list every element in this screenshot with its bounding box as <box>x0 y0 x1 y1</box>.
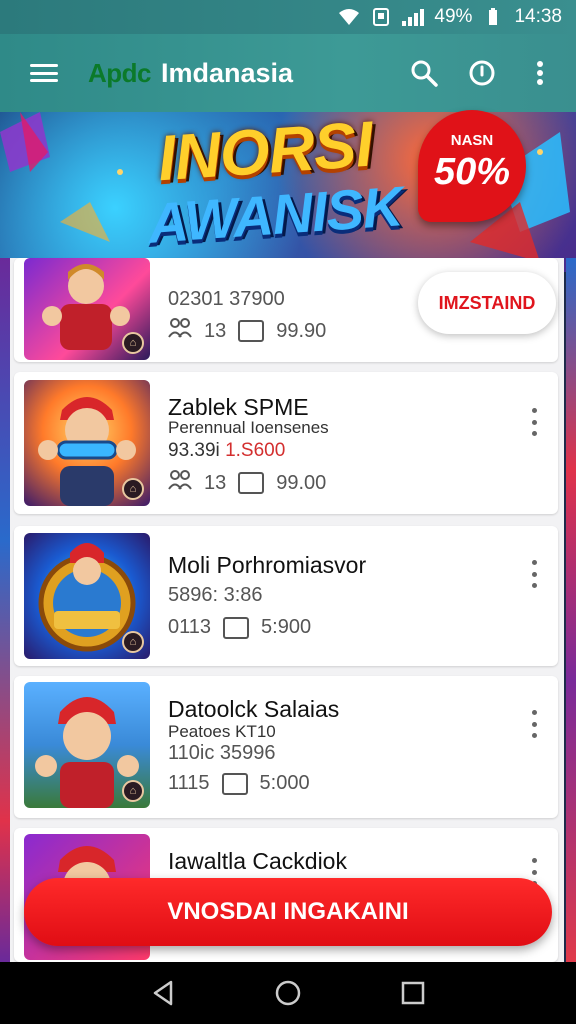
item-meta: 13 99.00 <box>168 470 326 496</box>
item-price: 5:900 <box>261 616 312 638</box>
app-title: Imdanasia <box>161 57 294 88</box>
recents-icon[interactable] <box>393 973 433 1013</box>
more-options-icon[interactable] <box>524 556 544 592</box>
item-meta: 1115 5:000 <box>168 772 310 795</box>
item-count: 1115 <box>168 772 210 794</box>
app-logo: Apdc <box>88 57 152 88</box>
item-stats: 02301 37900 <box>168 288 285 310</box>
item-subtitle: Peatoes KT10 <box>168 722 276 741</box>
list-item[interactable]: ⌂ 02301 37900 13 99.90 IMZSTAIND <box>14 258 558 362</box>
item-meta: 0113 5:900 <box>168 616 311 639</box>
item-stats: 110ic 35996 <box>168 742 276 764</box>
item-price: 99.00 <box>276 471 327 494</box>
nfc-icon <box>370 8 392 26</box>
thumbnail-badge-icon: ⌂ <box>122 478 144 500</box>
players-icon <box>168 318 192 344</box>
game-thumbnail: ⌂ <box>24 682 150 808</box>
item-title: Iawaltla Cackdiok <box>168 848 347 874</box>
card-icon <box>238 320 265 342</box>
item-title: Datoolck Salaias <box>168 696 340 722</box>
install-button[interactable]: IMZSTAIND <box>418 272 556 334</box>
home-icon[interactable] <box>268 973 308 1013</box>
item-price-line: 93.39i 1.S600 <box>168 440 285 462</box>
game-thumbnail: ⌂ <box>24 380 150 506</box>
info-icon[interactable] <box>464 55 500 91</box>
main-cta-button[interactable]: VNOSDAI INGAKAINI <box>24 878 552 946</box>
game-thumbnail: ⌂ <box>24 258 150 360</box>
thumbnail-badge-icon: ⌂ <box>122 332 144 354</box>
list-item[interactable]: ⌂ Moli Porhromiasvor 5896: 3:86 0113 5:9… <box>14 526 558 666</box>
item-title: Moli Porhromiasvor <box>168 552 367 578</box>
item-count: 0113 <box>168 616 212 638</box>
sale-badge-label: NASN <box>450 132 494 149</box>
more-options-icon[interactable] <box>524 706 544 742</box>
status-bar: 49% 14:38 <box>0 0 576 34</box>
item-count: 13 <box>204 319 227 342</box>
signal-icon <box>402 8 425 26</box>
search-icon[interactable] <box>406 55 442 91</box>
list-item[interactable]: ⌂ Zablek SPME Perennual Ioensenes 93.39i… <box>14 372 558 514</box>
players-icon <box>168 470 192 496</box>
item-price-highlight: 1.S600 <box>225 440 286 461</box>
edge-decoration-right <box>566 258 576 962</box>
more-vert-icon[interactable] <box>522 55 558 91</box>
back-icon[interactable] <box>143 973 183 1013</box>
clock: 14:38 <box>514 6 562 27</box>
menu-button[interactable] <box>26 58 62 88</box>
item-count: 13 <box>204 471 227 494</box>
thumbnail-badge-icon: ⌂ <box>122 780 144 802</box>
system-nav-bar <box>0 962 576 1024</box>
wifi-icon <box>338 8 360 26</box>
sale-badge-percent: 50% <box>433 151 511 193</box>
item-subtitle: Perennual Ioensenes <box>168 418 329 437</box>
edge-decoration-left <box>0 258 10 962</box>
card-icon <box>223 616 250 639</box>
item-title: Zablek SPME <box>168 394 309 420</box>
app-bar: Apdc Imdanasia <box>0 34 576 112</box>
game-list: ⌂ 02301 37900 13 99.90 IMZSTAIND ⌂ Zable… <box>10 258 564 962</box>
item-stat: 93.39i <box>168 440 220 461</box>
item-meta: 13 99.90 <box>168 318 326 344</box>
item-stats: 5896: 3:86 <box>168 584 263 606</box>
item-price: 5:000 <box>259 772 310 794</box>
card-icon <box>238 472 265 494</box>
item-price: 99.90 <box>276 319 327 342</box>
more-options-icon[interactable] <box>524 404 544 440</box>
battery-percent: 49% <box>434 6 473 27</box>
game-thumbnail: ⌂ <box>24 533 150 659</box>
battery-icon <box>482 8 504 26</box>
list-item[interactable]: ⌂ Datoolck Salaias Peatoes KT10 110ic 35… <box>14 676 558 818</box>
thumbnail-badge-icon: ⌂ <box>122 631 144 653</box>
sale-badge: NASN 50% <box>418 110 526 222</box>
card-icon <box>221 772 248 795</box>
